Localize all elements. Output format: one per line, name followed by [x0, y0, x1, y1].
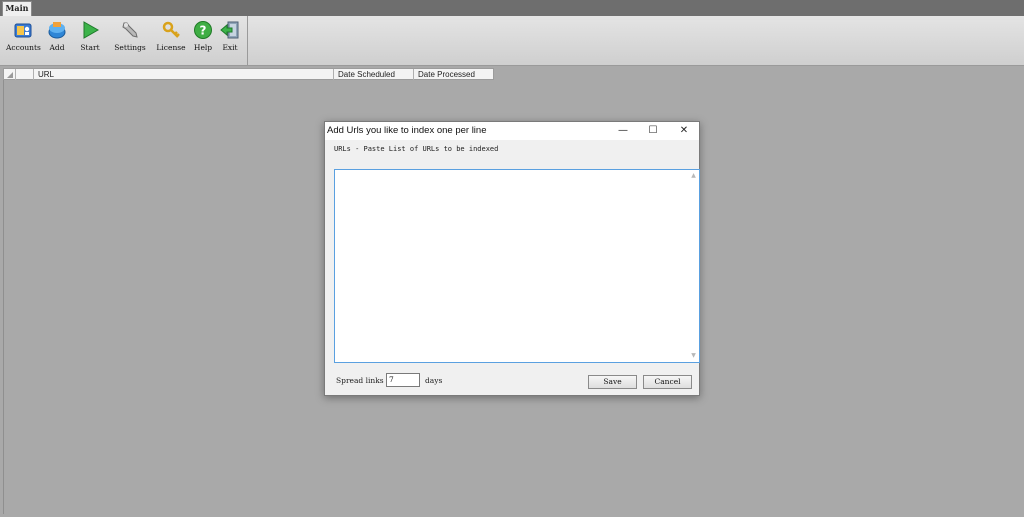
add-button[interactable]: Add	[46, 18, 68, 64]
dialog-title: Add Urls you like to index one per line	[327, 125, 487, 136]
play-icon	[80, 20, 100, 40]
urls-scrollbar[interactable]: ▲ ▼	[688, 170, 699, 362]
minimize-button[interactable]: —	[608, 122, 638, 140]
settings-button[interactable]: Settings	[112, 18, 148, 64]
spread-links-label: Spread links	[336, 376, 384, 385]
select-all-corner[interactable]	[4, 69, 16, 80]
add-label: Add	[49, 43, 65, 52]
license-button[interactable]: License	[154, 18, 188, 64]
scroll-down-icon[interactable]: ▼	[688, 351, 699, 361]
days-label: days	[425, 376, 443, 385]
dialog-title-bar[interactable]: Add Urls you like to index one per line …	[325, 122, 699, 140]
column-header-date-processed[interactable]: Date Processed	[414, 69, 494, 80]
accounts-button[interactable]: Accounts	[6, 18, 41, 64]
add-urls-icon	[47, 20, 67, 40]
maximize-button[interactable]: ☐	[638, 122, 668, 140]
urls-textarea[interactable]: ▲ ▼	[334, 169, 700, 363]
start-button[interactable]: Start	[78, 18, 102, 64]
accounts-icon	[13, 20, 33, 40]
add-urls-dialog: Add Urls you like to index one per line …	[324, 121, 700, 396]
license-label: License	[156, 43, 186, 52]
ribbon-group-main: Accounts Add Start Settings License ? He…	[2, 16, 248, 66]
exit-button[interactable]: Exit	[218, 18, 242, 64]
svg-text:?: ?	[200, 24, 207, 38]
cancel-button[interactable]: Cancel	[643, 375, 692, 389]
settings-label: Settings	[114, 43, 146, 52]
exit-label: Exit	[222, 43, 238, 52]
help-button[interactable]: ? Help	[192, 18, 214, 64]
help-icon: ?	[193, 20, 213, 40]
url-grid-header: URL Date Scheduled Date Processed	[3, 68, 494, 80]
urls-label: URLs - Paste List of URLs to be indexed	[334, 145, 499, 153]
close-button[interactable]: ✕	[669, 122, 699, 140]
accounts-label: Accounts	[6, 43, 41, 52]
tab-main[interactable]: Main	[2, 1, 32, 16]
column-header-url[interactable]: URL	[34, 69, 334, 80]
start-label: Start	[80, 43, 100, 52]
checkbox-column-header[interactable]	[16, 69, 34, 80]
help-label: Help	[193, 43, 213, 52]
ribbon-toolbar: Accounts Add Start Settings License ? He…	[0, 16, 1024, 66]
ribbon-tab-strip: Main	[0, 0, 1024, 16]
spread-days-input[interactable]: 7	[386, 373, 420, 387]
scroll-up-icon[interactable]: ▲	[688, 171, 699, 181]
key-icon	[161, 20, 181, 40]
save-button[interactable]: Save	[588, 375, 637, 389]
column-header-date-scheduled[interactable]: Date Scheduled	[334, 69, 414, 80]
exit-icon	[220, 20, 240, 40]
wrench-icon	[120, 20, 140, 40]
